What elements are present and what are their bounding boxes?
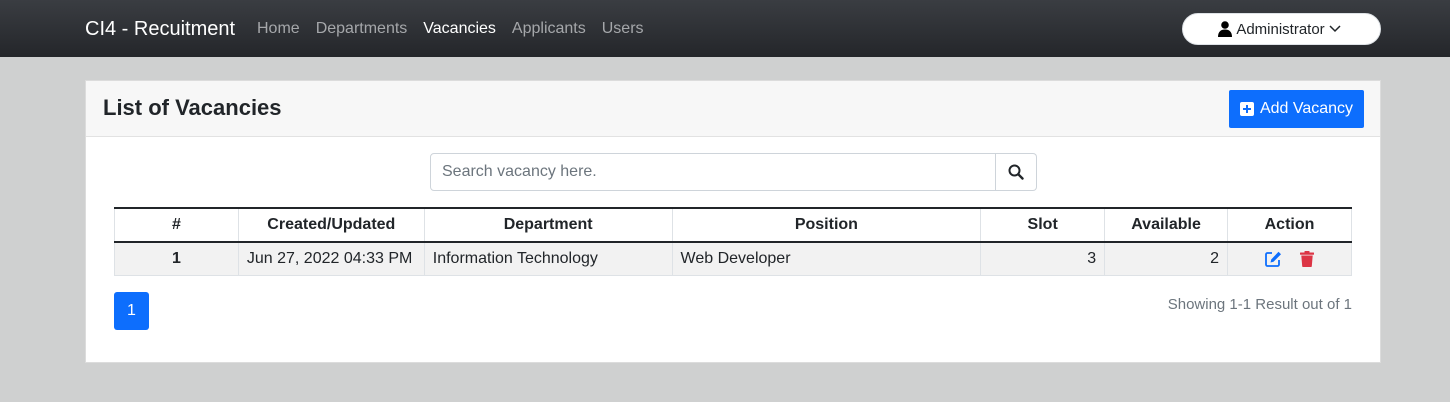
- vacancies-table: # Created/Updated Department Position Sl…: [114, 207, 1352, 276]
- user-dropdown-button[interactable]: Administrator: [1182, 13, 1381, 45]
- add-vacancy-button[interactable]: Add Vacancy: [1229, 90, 1364, 128]
- vacancies-card: List of Vacancies Add Vacancy # Created/…: [85, 80, 1381, 363]
- column-header-action: Action: [1227, 207, 1352, 243]
- table-header-row: # Created/Updated Department Position Sl…: [114, 207, 1352, 243]
- row-actions: [1236, 250, 1343, 267]
- results-summary: Showing 1-1 Result out of 1: [1167, 296, 1352, 313]
- cell-department: Information Technology: [423, 241, 673, 276]
- cell-position: Web Developer: [671, 241, 982, 276]
- column-header-department: Department: [423, 207, 673, 243]
- user-name: Administrator: [1236, 20, 1325, 38]
- chevron-down-icon: [1329, 25, 1341, 33]
- search-button[interactable]: [996, 153, 1037, 191]
- cell-created: Jun 27, 2022 04:33 PM: [237, 241, 425, 276]
- cell-slot: 3: [980, 241, 1106, 276]
- column-header-created: Created/Updated: [237, 207, 425, 243]
- add-vacancy-label: Add Vacancy: [1259, 100, 1354, 117]
- page-title: List of Vacancies: [103, 95, 282, 120]
- search-input[interactable]: [430, 153, 996, 191]
- user-icon: [1218, 21, 1233, 37]
- nav-link-home[interactable]: Home: [257, 19, 300, 39]
- column-header-position: Position: [671, 207, 982, 243]
- nav-link-vacancies[interactable]: Vacancies: [423, 19, 496, 39]
- edit-icon[interactable]: [1265, 251, 1282, 267]
- pagination-page-1[interactable]: 1: [114, 292, 149, 330]
- cell-number: 1: [114, 241, 239, 276]
- nav-link-applicants[interactable]: Applicants: [512, 19, 586, 39]
- navbar: CI4 - Recuitment Home Departments Vacanc…: [0, 0, 1450, 57]
- table-row: 1 Jun 27, 2022 04:33 PM Information Tech…: [114, 241, 1352, 276]
- trash-icon[interactable]: [1300, 250, 1314, 267]
- plus-square-icon: [1239, 102, 1254, 116]
- card-header: List of Vacancies Add Vacancy: [86, 81, 1380, 137]
- search-group: [430, 153, 1037, 191]
- column-header-number: #: [114, 207, 239, 243]
- nav-link-departments[interactable]: Departments: [316, 19, 408, 39]
- nav-link-users[interactable]: Users: [602, 19, 644, 39]
- nav-links: Home Departments Vacancies Applicants Us…: [257, 19, 660, 39]
- search-icon: [1008, 164, 1024, 180]
- cell-available: 2: [1104, 241, 1229, 276]
- column-header-slot: Slot: [980, 207, 1106, 243]
- cell-action: [1227, 241, 1352, 276]
- column-header-available: Available: [1104, 207, 1229, 243]
- brand-link[interactable]: CI4 - Recuitment: [85, 17, 235, 41]
